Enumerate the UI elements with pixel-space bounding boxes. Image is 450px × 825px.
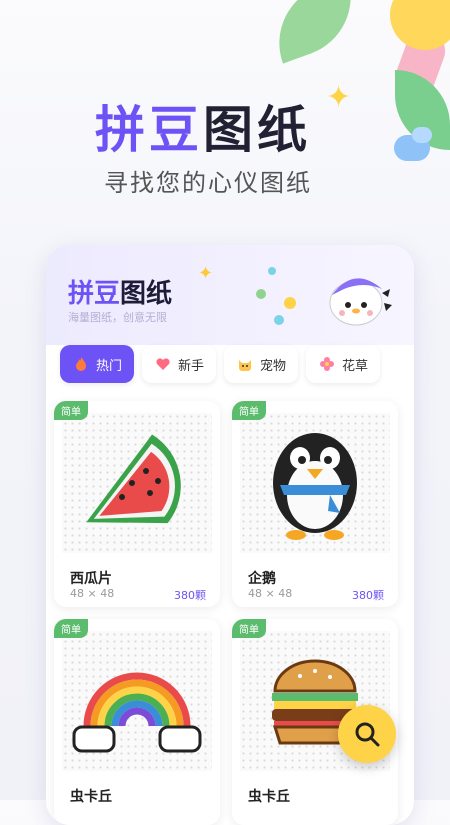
penguin-pattern-image <box>240 413 390 553</box>
tab-label: 花草 <box>342 358 369 374</box>
difficulty-badge: 简单 <box>54 619 88 638</box>
heart-icon <box>154 355 172 373</box>
flower-icon <box>318 355 336 373</box>
star-icon: ✦ <box>198 263 214 284</box>
tab-pets[interactable]: 宠物 <box>224 345 299 383</box>
fire-icon <box>72 355 90 373</box>
pattern-name: 虫卡丘 <box>248 789 290 805</box>
decorative-leaf <box>262 0 368 64</box>
category-tabs: 热门 新手 宠物 花草 <box>60 345 381 383</box>
bead-count: 380颗 <box>352 589 384 602</box>
difficulty-badge: 简单 <box>232 401 266 420</box>
hero-subtitle: 寻找您的心仪图纸 <box>104 169 312 197</box>
pattern-name: 企鹅 <box>248 571 276 587</box>
panel-title: 拼豆图纸 <box>68 279 173 309</box>
tab-label: 新手 <box>178 358 205 374</box>
panel-subtitle: 海量图纸，创意无限 <box>68 311 167 324</box>
bead-count: 380颗 <box>174 589 206 602</box>
panel-header: 拼豆图纸 ✦ 海量图纸，创意无限 <box>46 245 414 345</box>
search-button[interactable] <box>338 705 396 763</box>
chat-bubble-icon <box>394 127 432 161</box>
pattern-size: 48 × 48 <box>70 587 115 600</box>
pattern-name: 西瓜片 <box>70 571 112 587</box>
pattern-card[interactable]: 简单 企鹅 48 × 48 380颗 <box>232 401 398 607</box>
penguin-mascot-icon <box>329 278 392 326</box>
tab-beginner[interactable]: 新手 <box>142 345 217 383</box>
difficulty-badge: 简单 <box>54 401 88 420</box>
tab-label: 热门 <box>96 358 123 374</box>
rainbow-pattern-image <box>62 631 212 771</box>
tab-label: 宠物 <box>260 358 287 374</box>
difficulty-badge: 简单 <box>232 619 266 638</box>
watermelon-pattern-image <box>62 413 212 553</box>
tab-flowers[interactable]: 花草 <box>306 345 381 383</box>
pattern-card[interactable]: 简单 虫卡丘 <box>54 619 220 825</box>
pattern-size: 48 × 48 <box>248 587 293 600</box>
pattern-name: 虫卡丘 <box>70 789 112 805</box>
pattern-card[interactable]: 简单 西瓜片 48 × 48 380颗 <box>54 401 220 607</box>
sparkle-icon: ✦ <box>326 80 352 115</box>
hero-title: 拼豆图纸 <box>95 101 311 159</box>
cat-icon <box>236 355 254 373</box>
search-icon <box>355 722 380 747</box>
decorative-flower <box>390 0 450 50</box>
tab-hot[interactable]: 热门 <box>60 345 135 383</box>
